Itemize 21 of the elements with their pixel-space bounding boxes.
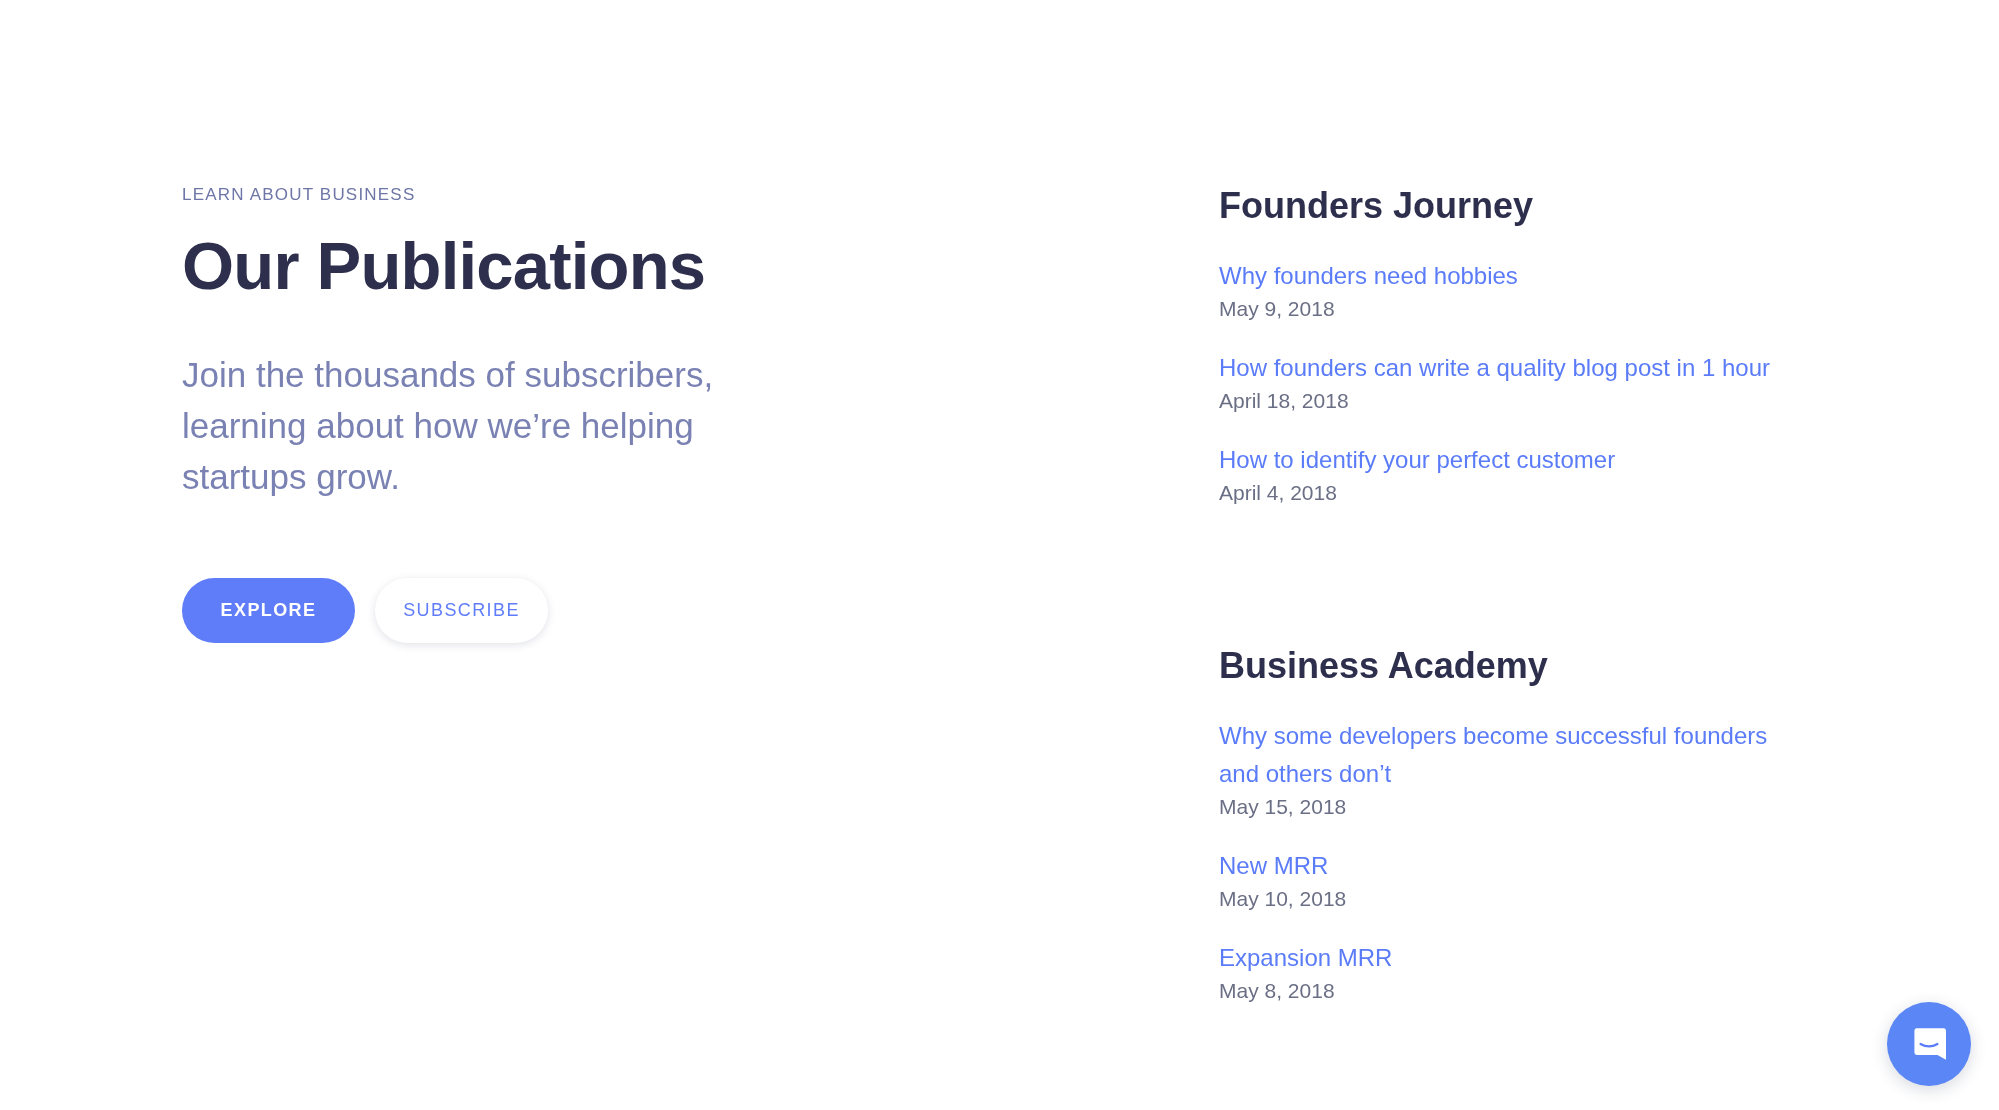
eyebrow-label: LEARN ABOUT BUSINESS <box>182 184 416 206</box>
section-heading: Business Academy <box>1219 644 1549 688</box>
post-date: May 10, 2018 <box>1219 886 1347 912</box>
post-link[interactable]: Why some developers become successful founders and others don’t <box>1219 717 1794 793</box>
chat-launcher-button[interactable] <box>1887 1002 1971 1086</box>
page-title: Our Publications <box>182 227 706 305</box>
post-link[interactable]: New MRR <box>1219 847 1329 885</box>
post-date: May 8, 2018 <box>1219 978 1335 1004</box>
post-link[interactable]: How to identify your perfect customer <box>1219 441 1616 479</box>
post-date: May 15, 2018 <box>1219 794 1347 820</box>
post-date: April 4, 2018 <box>1219 480 1337 506</box>
intro-paragraph: Join the thousands of subscribers, learning about how we’re helping startups grow. <box>182 354 715 498</box>
post-date: May 9, 2018 <box>1219 296 1335 322</box>
post-date: April 18, 2018 <box>1219 388 1349 414</box>
subscribe-button[interactable]: SUBSCRIBE <box>375 578 548 643</box>
post-link[interactable]: Why founders need hobbies <box>1219 257 1518 295</box>
post-link[interactable]: How founders can write a quality blog post in 1 hour <box>1219 349 1770 387</box>
post-link[interactable]: Expansion MRR <box>1219 939 1393 977</box>
section-heading: Founders Journey <box>1219 184 1535 228</box>
explore-button[interactable]: EXPLORE <box>182 578 355 643</box>
chat-bubble-icon <box>1912 1028 1946 1060</box>
